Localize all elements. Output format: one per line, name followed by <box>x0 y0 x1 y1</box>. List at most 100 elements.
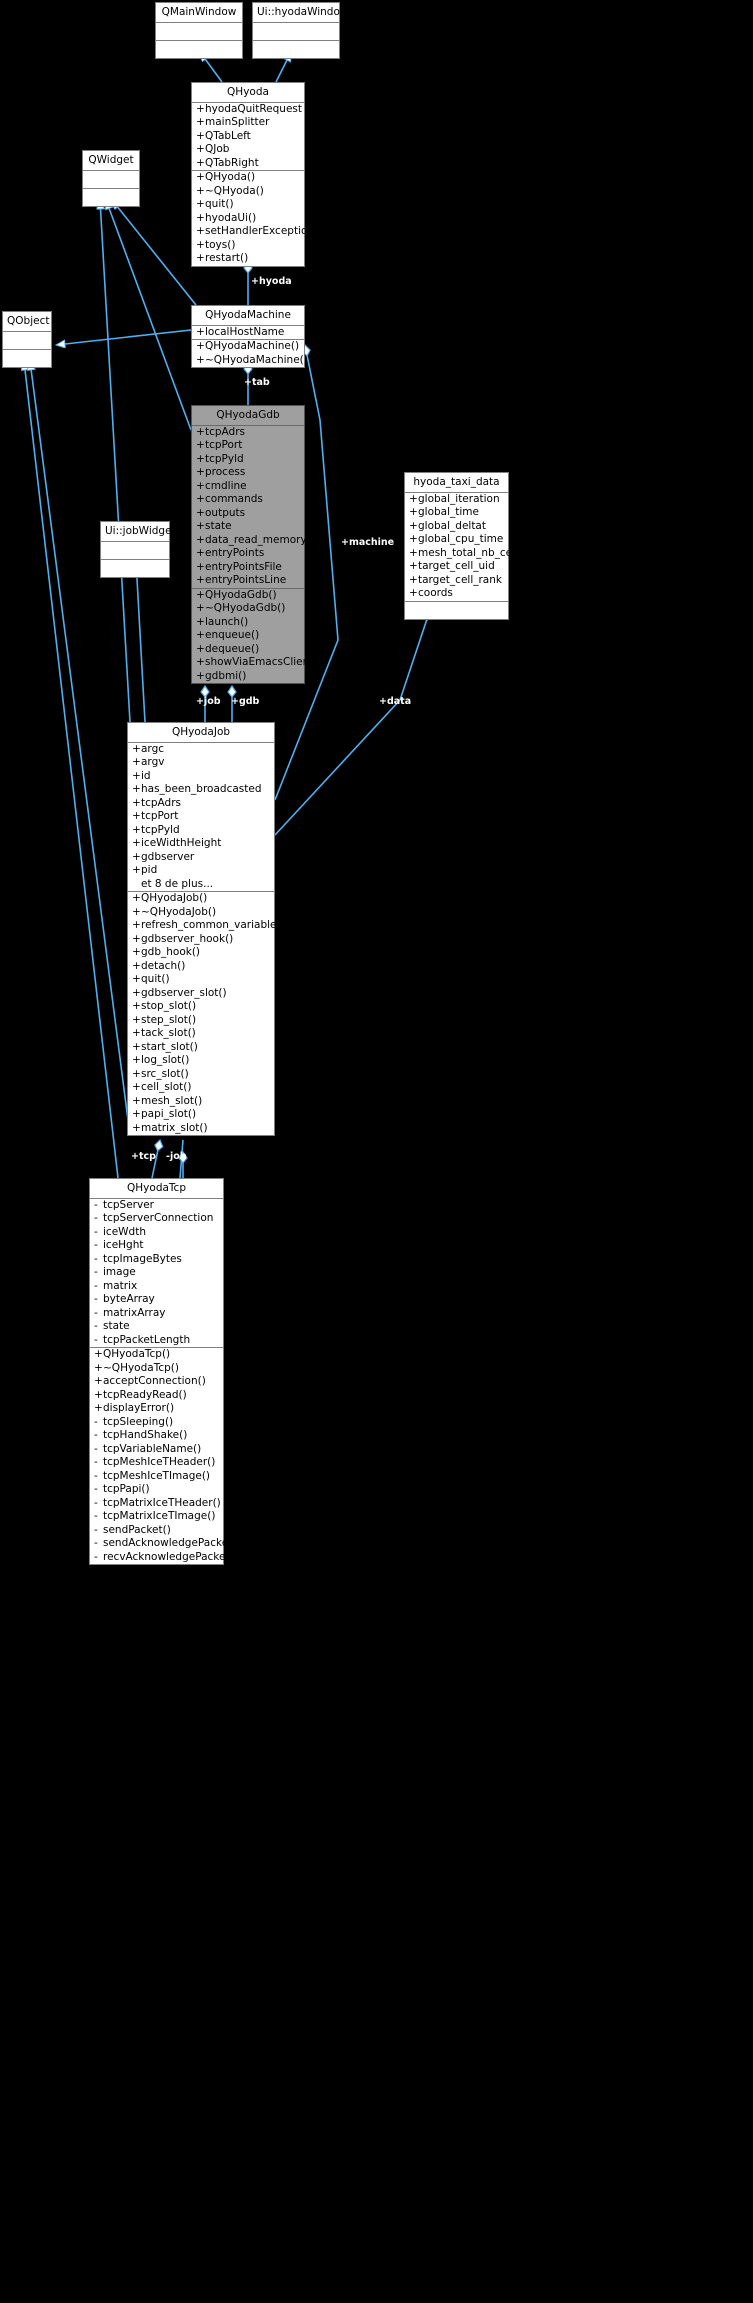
method-row: +tack_slot() <box>128 1027 274 1041</box>
attribute-name: entryPointsFile <box>205 560 282 573</box>
class-title: QHyodaGdb <box>216 409 280 421</box>
class-box-qhyodajob[interactable]: QHyodaJob +argc +argv +id +has_been_broadcas… <box>127 722 290 1136</box>
method-row: +step_slot() <box>128 1014 274 1028</box>
visibility-marker: + <box>196 425 205 438</box>
attribute-name: state <box>103 1320 130 1332</box>
method-row: - sendAcknowledgePacket() <box>90 1537 240 1551</box>
method-row: +src_slot() <box>128 1068 274 1082</box>
method-name: ~QHyodaTcp() <box>103 1361 179 1374</box>
visibility-marker: - <box>94 1483 98 1495</box>
method-row: +gdbserver_slot() <box>128 987 274 1001</box>
attribute-name: byteArray <box>103 1293 155 1305</box>
class-box-qmainwindow[interactable]: QMainWindow <box>155 2 243 59</box>
class-title: QHyodaJob <box>171 726 231 738</box>
visibility-marker: + <box>409 506 418 518</box>
method-name: tcpSleeping() <box>103 1415 174 1428</box>
attribute-name: global_iteration <box>418 492 500 505</box>
method-row: +toys() <box>192 239 304 253</box>
class-box-qhyodagdb[interactable]: QHyodaGdb +tcpAdrs +tcpPort +tcpPyld +proces… <box>191 405 322 684</box>
method-row: - tcpVariableName() <box>90 1443 223 1457</box>
method-name: ~QHyodaJob() <box>141 905 217 918</box>
visibility-marker: + <box>132 932 141 945</box>
class-box-qhyodamachine[interactable]: QHyodaMachine +localHostName +QHyodaMachin… <box>191 305 308 368</box>
method-row: - recvAcknowledgePacket() <box>90 1551 238 1565</box>
visibility-marker: + <box>196 171 205 183</box>
visibility-marker: - <box>94 1469 98 1482</box>
attributes-compartment: +global_iteration +global_time +global_del… <box>405 492 518 601</box>
attribute-row: +has_been_broadcasted <box>128 783 274 797</box>
attribute-row: - iceHght <box>90 1239 223 1253</box>
visibility-marker: + <box>132 905 141 918</box>
class-box-qwidget[interactable]: QWidget <box>82 150 140 207</box>
attribute-name: target_cell_rank <box>418 573 502 586</box>
attribute-name: entryPointsLine <box>205 574 287 586</box>
attribute-name: state <box>205 520 232 532</box>
empty-compartment <box>405 602 508 619</box>
method-name: cell_slot() <box>141 1081 192 1093</box>
edge-label: +machine <box>341 537 395 548</box>
method-row: +~QHyodaTcp() <box>90 1362 223 1376</box>
attribute-row: +pid <box>128 864 274 878</box>
method-name: stop_slot() <box>141 1000 197 1012</box>
class-box-uijobwidget[interactable]: Ui::jobWidget <box>100 521 176 578</box>
empty-compartment <box>3 332 51 349</box>
visibility-marker: + <box>196 439 205 451</box>
method-name: tcpMeshIceTHeader() <box>103 1456 216 1468</box>
visibility-marker: + <box>132 946 141 958</box>
attribute-row: +target_cell_uid <box>405 560 508 574</box>
method-name: enqueue() <box>205 629 260 641</box>
method-row: - tcpMeshIceTImage() <box>90 1470 223 1484</box>
method-name: tcpPapi() <box>103 1483 150 1495</box>
methods-compartment <box>83 189 139 206</box>
method-row: +QHyodaTcp() <box>90 1348 223 1362</box>
method-name: tcpMatrixIceTImage() <box>103 1510 216 1522</box>
method-row: +gdb_hook() <box>128 946 274 960</box>
method-row: +tcpReadyRead() <box>90 1389 223 1403</box>
class-box-qhyoda[interactable]: QHyoda +hyodaQuitRequest +mainSplitter +QTa… <box>191 82 322 267</box>
visibility-marker: + <box>132 1040 141 1053</box>
visibility-marker: + <box>196 252 205 264</box>
attribute-name: image <box>103 1266 136 1278</box>
method-name: setHandlerException() <box>205 225 323 237</box>
attribute-name: iceWdth <box>103 1225 146 1238</box>
methods-compartment: +QHyodaJob() +~QHyodaJob() +refresh_common… <box>128 892 290 1135</box>
method-row: +~QHyodaJob() <box>128 906 274 920</box>
visibility-marker: + <box>196 479 205 492</box>
visibility-marker: + <box>409 587 418 599</box>
method-name: src_slot() <box>141 1067 189 1080</box>
method-row: +QHyodaMachine() <box>192 340 304 354</box>
attribute-row: +commands <box>192 493 304 507</box>
visibility-marker: + <box>132 919 141 931</box>
attribute-name: gdbserver <box>141 850 195 863</box>
attribute-row: - tcpPacketLength <box>90 1334 223 1348</box>
empty-compartment <box>156 23 242 40</box>
method-name: QHyodaMachine() <box>205 340 300 352</box>
attribute-name: global_cpu_time <box>418 533 504 545</box>
class-title: Ui::hyodaWindow <box>257 6 349 18</box>
visibility-marker: + <box>94 1348 103 1360</box>
class-box-qhyodatcp[interactable]: QHyodaTcp - tcpServer - tcpServerConnection -… <box>89 1178 240 1565</box>
class-box-qobject[interactable]: QObject <box>2 311 52 368</box>
method-name: ~QHyodaMachine() <box>205 353 308 366</box>
visibility-marker: - <box>94 1279 98 1292</box>
method-name: gdb_hook() <box>141 946 201 958</box>
method-row: +enqueue() <box>192 629 304 643</box>
class-box-uihyodawindow[interactable]: Ui::hyodaWindow <box>252 2 349 59</box>
attribute-name: coords <box>418 587 453 599</box>
attribute-name: QTabLeft <box>205 129 251 142</box>
method-row: +quit() <box>128 973 274 987</box>
method-row: +showViaEmacsClient() <box>192 656 322 670</box>
method-row: +~QHyodaGdb() <box>192 602 304 616</box>
method-name: tack_slot() <box>141 1027 196 1039</box>
attribute-name: QTabRight <box>205 156 259 169</box>
attribute-name: mesh_total_nb_cell <box>418 546 518 559</box>
method-name: QHyoda() <box>205 171 256 183</box>
method-name: showViaEmacsClient() <box>205 656 322 668</box>
method-name: displayError() <box>103 1402 175 1414</box>
attribute-name: localHostName <box>205 325 285 338</box>
method-name: dequeue() <box>205 642 260 655</box>
class-box-hyodataxidata[interactable]: hyoda_taxi_data +global_iteration +global_… <box>404 472 518 620</box>
relationship-edges <box>0 0 433 1179</box>
attribute-row: +outputs <box>192 507 304 521</box>
attribute-name: global_deltat <box>418 519 486 532</box>
